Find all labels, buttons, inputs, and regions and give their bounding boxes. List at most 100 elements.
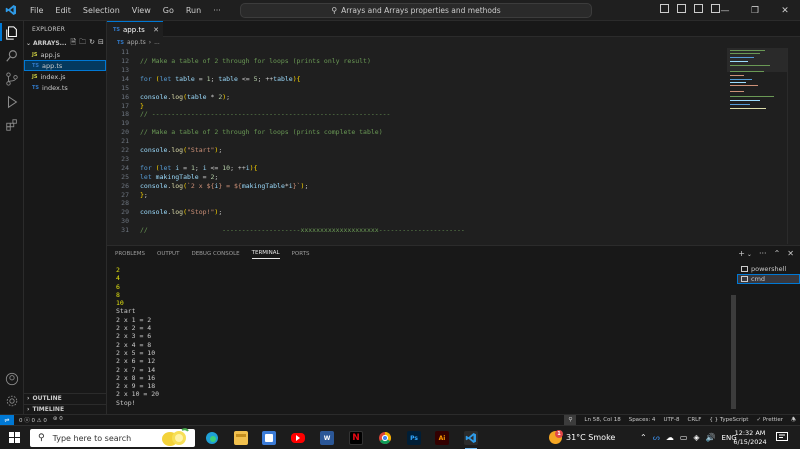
menu-more[interactable]: ··· (207, 6, 227, 15)
edge-icon[interactable] (205, 431, 219, 445)
code-line[interactable]: 30 (107, 217, 727, 225)
volume-icon[interactable]: 🔊 (706, 433, 716, 442)
show-hidden-icons[interactable]: ⌃ (640, 433, 647, 442)
command-center-search[interactable]: ⚲ Arrays and Arrays properties and metho… (240, 3, 592, 18)
outline-section[interactable]: › OUTLINE (24, 393, 107, 403)
file-item-app-ts[interactable]: TS app.ts (24, 60, 106, 71)
chevron-down-icon[interactable]: ⌄ (747, 251, 752, 258)
youtube-icon[interactable] (291, 433, 305, 443)
menu-go[interactable]: Go (157, 6, 180, 15)
code-line[interactable]: 26 console.log(`2 x ${i} = ${makingTable*… (107, 182, 727, 190)
file-item-index-ts[interactable]: TS index.ts (24, 82, 106, 93)
clock[interactable]: 12:32 AM 6/15/2024 (732, 429, 768, 447)
collapse-all-icon[interactable]: ⊟ (98, 38, 104, 49)
bluetooth-icon[interactable]: ᔕ (653, 433, 660, 442)
workspace-folder[interactable]: ⌄ ARRAYS... 🗎 🗀 ↻ ⊟ (24, 37, 106, 49)
prettier-status[interactable]: ✓ Prettier (756, 417, 783, 423)
code-line[interactable]: 17} (107, 101, 727, 110)
menu-selection[interactable]: Selection (77, 6, 126, 15)
code-line[interactable]: 20 // Make a table of 2 through for loops… (107, 128, 727, 136)
extensions-icon[interactable] (5, 118, 19, 132)
search-icon[interactable] (5, 49, 19, 63)
close-window-icon[interactable]: ✕ (770, 0, 800, 21)
explorer-icon[interactable] (5, 26, 19, 40)
lemon-search-highlight-icon[interactable] (158, 428, 190, 448)
terminal-item-powershell[interactable]: powershell (737, 264, 800, 274)
cursor-position[interactable]: Ln 58, Col 18 (584, 417, 620, 423)
problems-status[interactable]: 0 ⓧ 0 ⚠ 0 (19, 416, 47, 424)
breadcrumb-symbol[interactable]: ... (154, 39, 160, 46)
code-line[interactable]: 25 let makingTable = 2; (107, 173, 727, 181)
code-line[interactable]: 29 console.log("Stop!"); (107, 208, 727, 216)
menu-view[interactable]: View (126, 6, 157, 15)
code-line[interactable]: 12 // Make a table of 2 through for loops… (107, 57, 727, 65)
word-icon[interactable]: W (320, 431, 334, 445)
minimize-icon[interactable]: — (710, 0, 740, 21)
store-icon[interactable] (262, 431, 276, 445)
code-line[interactable]: 15 (107, 84, 727, 92)
code-line[interactable]: 31 // --------------------xxxxxxxxxxxxxxx… (107, 226, 727, 234)
code-line[interactable]: 27}; (107, 190, 727, 199)
run-debug-icon[interactable] (5, 95, 19, 109)
vscode-taskbar-icon[interactable] (464, 431, 478, 445)
menu-run[interactable]: Run (180, 6, 207, 15)
language-mode[interactable]: { } TypeScript (709, 417, 748, 423)
remote-indicator-icon[interactable]: ⇌ (0, 414, 14, 426)
refresh-icon[interactable]: ↻ (89, 38, 95, 49)
onedrive-icon[interactable]: ☁ (666, 433, 674, 442)
menu-edit[interactable]: Edit (49, 6, 77, 15)
weather-widget[interactable]: 1 31°C Smoke (549, 430, 615, 444)
notifications-bell-icon[interactable]: 🕭 (791, 416, 796, 425)
account-icon[interactable] (5, 372, 19, 386)
windows-start-icon[interactable] (9, 432, 20, 443)
ports-status[interactable]: ⊛ 0 (53, 416, 63, 424)
file-item-index-js[interactable]: JS index.js (24, 71, 106, 82)
indentation[interactable]: Spaces: 4 (629, 417, 656, 423)
battery-icon[interactable]: ▭ (680, 433, 688, 442)
code-editor[interactable]: 11 12 // Make a table of 2 through for loo… (107, 48, 727, 244)
tab-debug-console[interactable]: DEBUG CONSOLE (191, 251, 239, 257)
photoshop-icon[interactable]: Ps (407, 431, 421, 445)
file-explorer-icon[interactable] (234, 431, 248, 445)
chrome-icon[interactable] (378, 431, 392, 445)
breadcrumb-file[interactable]: app.ts (127, 39, 146, 46)
terminal-scrollbar[interactable] (731, 295, 736, 409)
tab-app-ts[interactable]: TS app.ts ✕ (107, 21, 163, 37)
wifi-icon[interactable]: ◈ (693, 433, 699, 442)
source-control-icon[interactable] (5, 72, 19, 86)
code-line[interactable]: 11 (107, 48, 727, 56)
code-line[interactable]: 21 (107, 137, 727, 145)
code-line[interactable]: 28 (107, 199, 727, 207)
illustrator-icon[interactable]: Ai (435, 431, 449, 445)
code-line[interactable]: 13 (107, 66, 727, 74)
code-line[interactable]: 16 console.log(table * 2); (107, 93, 727, 101)
minimap[interactable] (727, 48, 787, 244)
end-of-line[interactable]: CRLF (687, 417, 701, 423)
settings-gear-icon[interactable] (5, 394, 19, 408)
tab-ports[interactable]: PORTS (292, 251, 310, 257)
code-line[interactable]: 24 for (let i = 1; i <= 10; ++i){ (107, 164, 727, 172)
toggle-panel-icon[interactable] (677, 4, 686, 13)
notification-center-icon[interactable] (776, 432, 788, 443)
new-folder-icon[interactable]: 🗀 (79, 38, 86, 49)
close-panel-icon[interactable]: ✕ (787, 249, 794, 258)
terminal-item-cmd[interactable]: cmd (737, 274, 800, 284)
close-icon[interactable]: ✕ (153, 26, 159, 34)
timeline-section[interactable]: › TIMELINE (24, 404, 107, 414)
restore-icon[interactable]: ❐ (740, 0, 770, 21)
editor-scrollbar[interactable] (787, 48, 800, 244)
code-line[interactable]: 22 console.log("Start"); (107, 146, 727, 154)
file-item-app-js[interactable]: JS app.js (24, 49, 106, 60)
new-file-icon[interactable]: 🗎 (71, 38, 77, 49)
encoding[interactable]: UTF-8 (663, 417, 679, 423)
code-line[interactable]: 14 for (let table = 1; table <= 5; ++tabl… (107, 75, 727, 83)
zoom-icon[interactable]: ⚲ (564, 414, 577, 426)
toggle-secondary-sidebar-icon[interactable] (694, 4, 703, 13)
maximize-panel-icon[interactable]: ⌃ (774, 249, 781, 258)
tab-problems[interactable]: PROBLEMS (115, 251, 145, 257)
minimap-slider[interactable] (727, 48, 787, 72)
more-actions-icon[interactable]: ··· (759, 249, 767, 258)
terminal-output[interactable]: 2 4 6 8 10 Start 2 x 1 = 22 x 2 = 42 x 3 = 62 … (116, 266, 716, 414)
tab-terminal[interactable]: TERMINAL (251, 250, 280, 259)
new-terminal-icon[interactable]: + (738, 249, 745, 258)
